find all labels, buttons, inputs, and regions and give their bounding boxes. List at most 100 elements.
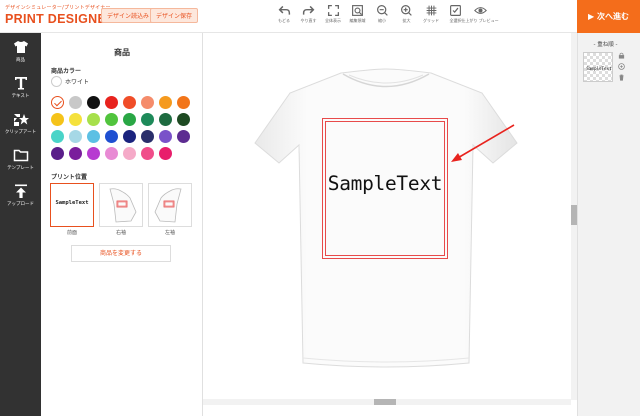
- undo-label: もどる: [278, 18, 290, 23]
- color-swatch[interactable]: [105, 113, 118, 126]
- color-swatch[interactable]: [141, 130, 154, 143]
- color-swatch[interactable]: [177, 113, 190, 126]
- color-swatch[interactable]: [105, 130, 118, 143]
- print-positions: SampleText: [50, 183, 197, 227]
- selected-color-swatch: [51, 76, 62, 87]
- color-swatch[interactable]: [141, 113, 154, 126]
- color-swatch[interactable]: [177, 96, 190, 109]
- change-product-button[interactable]: 商品を変更する: [71, 245, 171, 262]
- logo[interactable]: デザインシミュレーター/プリントデザイナー PRINT DESIGNER: [5, 4, 115, 26]
- zoom-out-label: 縮小: [378, 18, 386, 23]
- color-swatch[interactable]: [87, 147, 100, 160]
- redo-button[interactable]: やり直す: [297, 4, 321, 30]
- color-swatch[interactable]: [69, 130, 82, 143]
- sidebar-item-label: アップロード: [7, 202, 34, 207]
- layer-panel: - 重ね順 - SampleText: [577, 33, 640, 416]
- preview-button[interactable]: 仕上がり プレビュー: [461, 4, 499, 30]
- edit-area-icon: [352, 5, 363, 16]
- sidebar-item-upload[interactable]: アップロード: [0, 177, 41, 213]
- color-swatch[interactable]: [87, 96, 100, 109]
- color-swatch[interactable]: [69, 113, 82, 126]
- undo-button[interactable]: もどる: [272, 4, 296, 30]
- grid-label: グリッド: [423, 18, 439, 23]
- grid-button[interactable]: グリッド: [419, 4, 443, 30]
- layer-item[interactable]: SampleText: [583, 52, 613, 82]
- clipart-icon: [13, 114, 29, 126]
- pointer-arrow: [451, 124, 515, 162]
- color-swatch[interactable]: [51, 96, 64, 109]
- zoom-in-button[interactable]: 拡大: [395, 4, 419, 30]
- position-right-sleeve[interactable]: [99, 183, 143, 227]
- select-all-label: 全選択: [449, 18, 462, 23]
- redo-label: やり直す: [300, 18, 317, 23]
- select-all-button[interactable]: 全選択: [444, 4, 468, 30]
- fit-all-button[interactable]: 全体表示: [321, 4, 345, 30]
- redo-icon: [302, 5, 315, 15]
- color-swatch[interactable]: [141, 96, 154, 109]
- color-swatch[interactable]: [123, 96, 136, 109]
- next-step-button[interactable]: ▶ 次へ進む: [577, 0, 640, 33]
- duplicate-icon[interactable]: [618, 63, 625, 70]
- position-left-sleeve[interactable]: [148, 183, 192, 227]
- selected-color-name: ホワイト: [65, 79, 90, 86]
- logo-title: PRINT DESIGNER: [5, 12, 116, 26]
- color-swatch[interactable]: [159, 113, 172, 126]
- color-swatch[interactable]: [51, 113, 64, 126]
- edit-area-button[interactable]: 編集領域: [346, 4, 370, 30]
- toolbar: もどる やり直す 全体表示 編集領域 縮小 拡大 グリッド 全選択 仕上がり プ…: [272, 4, 499, 30]
- preview-icon: [473, 7, 487, 14]
- lock-icon[interactable]: [618, 52, 625, 59]
- trash-icon[interactable]: [618, 74, 625, 81]
- color-swatch[interactable]: [177, 130, 190, 143]
- color-swatch[interactable]: [87, 130, 100, 143]
- undo-icon: [278, 5, 290, 15]
- text-icon: [14, 77, 27, 90]
- color-swatch[interactable]: [51, 147, 64, 160]
- zoom-out-button[interactable]: 縮小: [370, 4, 394, 30]
- grid-icon: [426, 5, 436, 16]
- horizontal-scrollbar[interactable]: [203, 399, 571, 405]
- color-swatch[interactable]: [105, 96, 118, 109]
- sidebar-item-product[interactable]: 商品: [0, 33, 41, 69]
- edit-area-label: 編集領域: [349, 18, 366, 23]
- color-swatch[interactable]: [159, 96, 172, 109]
- save-design-button[interactable]: デザイン保存: [150, 8, 199, 23]
- color-swatch[interactable]: [123, 130, 136, 143]
- color-swatch[interactable]: [141, 147, 154, 160]
- left-sidebar: 商品 テキスト クリップアート テンプレート アップロード: [0, 33, 41, 416]
- zoom-in-icon: [401, 5, 412, 16]
- sidebar-item-label: テキスト: [11, 94, 30, 99]
- color-swatch[interactable]: [69, 96, 82, 109]
- sidebar-item-template[interactable]: テンプレート: [0, 141, 41, 177]
- template-icon: [13, 149, 28, 162]
- color-swatch[interactable]: [123, 113, 136, 126]
- header: デザインシミュレーター/プリントデザイナー PRINT DESIGNER デザイ…: [0, 0, 640, 33]
- sidebar-item-text[interactable]: テキスト: [0, 69, 41, 105]
- color-swatch[interactable]: [105, 147, 118, 160]
- color-swatch[interactable]: [87, 113, 100, 126]
- color-swatch[interactable]: [159, 130, 172, 143]
- right-sleeve-illustration: [109, 188, 137, 223]
- design-text-object[interactable]: SampleText: [322, 172, 448, 195]
- color-swatch[interactable]: [51, 130, 64, 143]
- sidebar-item-clipart[interactable]: クリップアート: [0, 105, 41, 141]
- selected-color: ホワイト: [51, 76, 89, 87]
- color-swatch[interactable]: [159, 147, 172, 160]
- color-swatch[interactable]: [123, 147, 136, 160]
- tshirt-icon: [13, 41, 28, 53]
- sidebar-item-label: 商品: [16, 58, 25, 63]
- layer-order-title: - 重ね順 -: [593, 42, 618, 48]
- upload-icon: [14, 184, 27, 198]
- position-front[interactable]: SampleText: [50, 183, 94, 227]
- color-swatch[interactable]: [69, 147, 82, 160]
- zoom-in-label: 拡大: [402, 18, 411, 23]
- product-panel: 商品 商品カラー ホワイト プリント位置 SampleText 前面 右袖 左袖: [41, 33, 203, 416]
- horizontal-scrollbar-thumb[interactable]: [374, 399, 396, 405]
- load-design-button[interactable]: デザイン読込み: [101, 8, 156, 23]
- layer-controls: [618, 52, 626, 85]
- position-front-label: 前面: [66, 230, 77, 236]
- left-sleeve-illustration: [154, 188, 182, 223]
- layer-item-text: SampleText: [586, 66, 612, 71]
- fit-all-label: 全体表示: [325, 18, 341, 23]
- print-position-label: プリント位置: [51, 174, 88, 181]
